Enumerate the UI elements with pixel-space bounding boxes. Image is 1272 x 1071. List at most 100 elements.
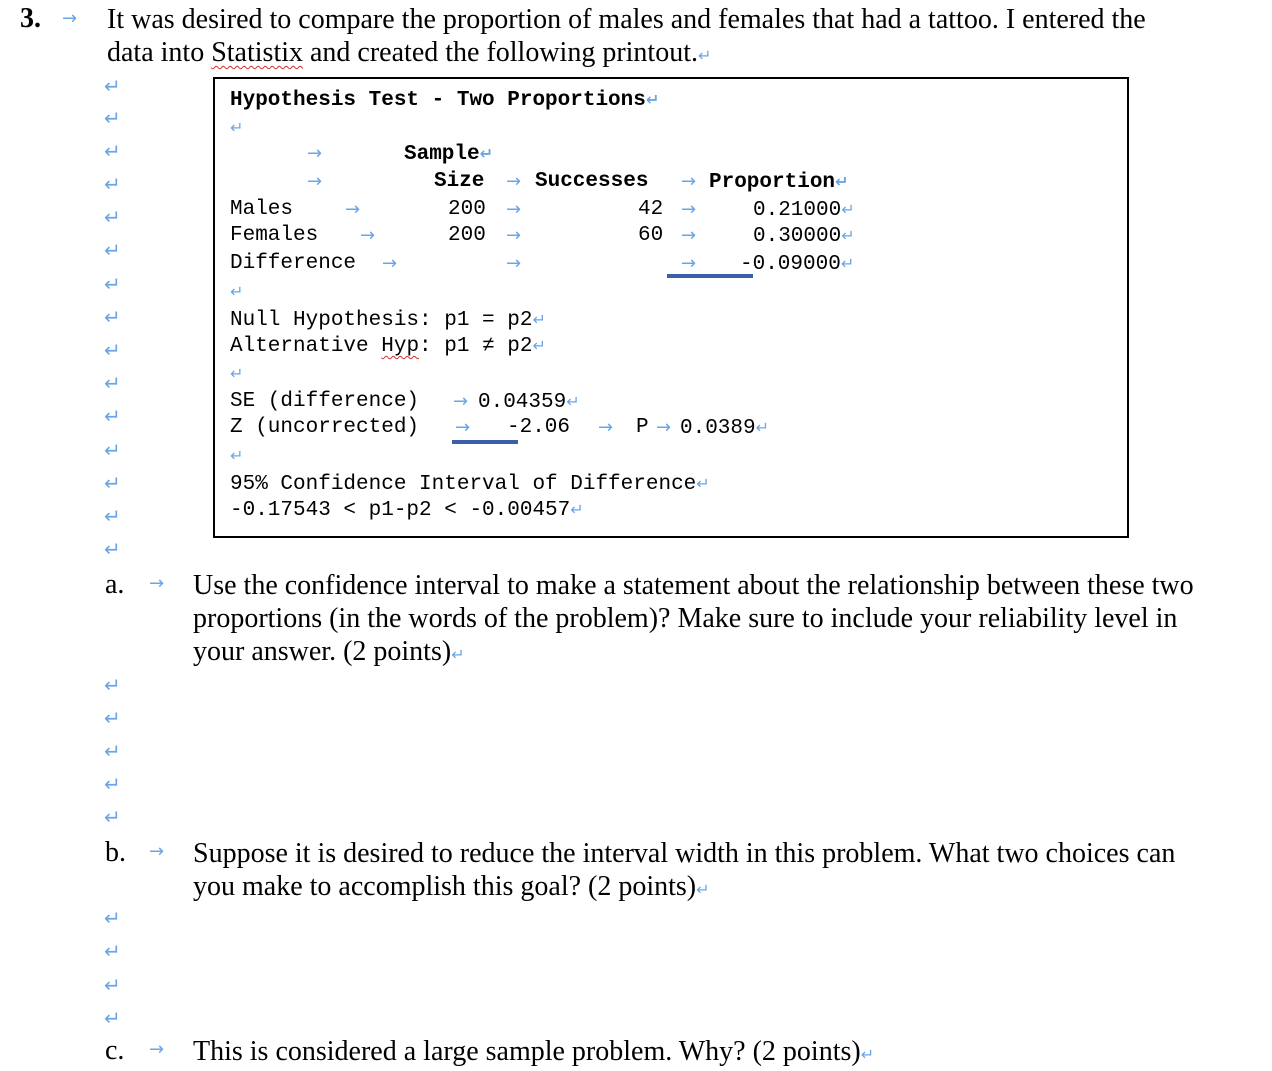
p-value: 0.0389↵ bbox=[680, 417, 770, 440]
paragraph-mark-icon: ↵ bbox=[104, 238, 121, 262]
tab-mark-icon: → bbox=[62, 8, 78, 29]
paragraph-mark-icon: ↵ bbox=[104, 772, 121, 796]
paragraph-mark-icon: ↵ bbox=[104, 106, 121, 130]
paragraph-mark-icon: ↵ bbox=[566, 392, 580, 411]
ci-value: -0.17543 < p1-p2 < -0.00457↵ bbox=[230, 499, 584, 522]
females-size: 200 bbox=[448, 224, 486, 247]
paragraph-mark-icon: ↵ bbox=[230, 118, 244, 137]
double-underline-mark bbox=[452, 440, 518, 444]
tab-mark-icon: → bbox=[345, 199, 361, 220]
males-proportion: 0.21000↵ bbox=[753, 199, 855, 222]
tab-mark-icon: → bbox=[681, 253, 697, 274]
question-line-1: It was desired to compare the proportion… bbox=[107, 4, 1146, 35]
part-c-text: This is considered a large sample proble… bbox=[193, 1036, 875, 1067]
header-size: Size bbox=[434, 170, 485, 193]
paragraph-mark-icon: ↵ bbox=[532, 336, 546, 355]
double-underline-mark bbox=[667, 274, 753, 278]
paragraph-mark-icon: ↵ bbox=[230, 364, 244, 383]
tab-mark-icon: → bbox=[149, 1039, 165, 1060]
paragraph-mark-icon: ↵ bbox=[841, 200, 855, 219]
alternative-hypothesis: Alternative Hyp: p1 ≠ p2↵ bbox=[230, 335, 546, 358]
females-successes: 60 bbox=[638, 224, 664, 247]
paragraph-mark-icon: ↵ bbox=[696, 880, 710, 899]
paragraph-mark-icon: ↵ bbox=[841, 226, 855, 245]
paragraph-mark-icon: ↵ bbox=[479, 144, 494, 163]
paragraph-mark-icon: ↵ bbox=[104, 805, 121, 829]
ci-title: 95% Confidence Interval of Difference↵ bbox=[230, 473, 710, 496]
paragraph-mark-icon: ↵ bbox=[104, 371, 121, 395]
paragraph-mark-icon: ↵ bbox=[696, 474, 710, 493]
paragraph-mark-icon: ↵ bbox=[104, 471, 121, 495]
part-a-text: Use the confidence interval to make a st… bbox=[193, 570, 1194, 667]
tab-mark-icon: → bbox=[455, 417, 471, 438]
paragraph-mark-icon: ↵ bbox=[104, 504, 121, 528]
row-label-females: Females bbox=[230, 224, 319, 247]
paragraph-mark-icon: ↵ bbox=[104, 305, 121, 329]
tab-mark-icon: → bbox=[681, 199, 697, 220]
tab-mark-icon: → bbox=[681, 171, 697, 192]
paragraph-mark-icon: ↵ bbox=[532, 310, 546, 329]
part-b-text: Suppose it is desired to reduce the inte… bbox=[193, 838, 1176, 902]
paragraph-mark-icon: ↵ bbox=[104, 537, 121, 561]
paragraph-mark-icon: ↵ bbox=[104, 706, 121, 730]
paragraph-mark-icon: ↵ bbox=[645, 90, 660, 109]
part-b-label: b. bbox=[105, 837, 126, 868]
tab-mark-icon: → bbox=[149, 573, 165, 594]
paragraph-mark-icon: ↵ bbox=[840, 254, 855, 273]
paragraph-mark-icon: ↵ bbox=[451, 645, 465, 664]
paragraph-mark-icon: ↵ bbox=[230, 446, 244, 465]
part-c-label: c. bbox=[105, 1035, 125, 1066]
question-number: 3. bbox=[20, 3, 41, 34]
paragraph-mark-icon: ↵ bbox=[230, 282, 244, 301]
paragraph-mark-icon: ↵ bbox=[104, 272, 121, 296]
paragraph-mark-icon: ↵ bbox=[570, 500, 584, 519]
paragraph-mark-icon: ↵ bbox=[104, 404, 121, 428]
paragraph-mark-icon: ↵ bbox=[698, 46, 712, 65]
paragraph-mark-icon: ↵ bbox=[755, 418, 770, 437]
spellcheck-word[interactable]: Statistix bbox=[211, 37, 303, 68]
tab-mark-icon: → bbox=[506, 253, 522, 274]
paragraph-mark-icon: ↵ bbox=[104, 973, 121, 997]
males-successes: 42 bbox=[638, 198, 664, 221]
tab-mark-icon: → bbox=[382, 253, 398, 274]
males-size: 200 bbox=[448, 198, 486, 221]
se-label: SE (difference) bbox=[230, 390, 420, 413]
part-a-label: a. bbox=[105, 569, 125, 600]
se-value: 0.04359↵ bbox=[478, 391, 580, 414]
tab-mark-icon: → bbox=[453, 391, 469, 412]
paragraph-mark-icon: ↵ bbox=[835, 172, 849, 191]
paragraph-mark-icon: ↵ bbox=[104, 74, 121, 98]
paragraph-mark-icon: ↵ bbox=[104, 172, 121, 196]
null-hypothesis: Null Hypothesis: p1 = p2↵ bbox=[230, 309, 546, 332]
tab-mark-icon: → bbox=[506, 171, 522, 192]
paragraph-mark-icon: ↵ bbox=[104, 906, 121, 930]
question-text: It was desired to compare the proportion… bbox=[107, 3, 1267, 72]
paragraph-mark-icon: ↵ bbox=[104, 338, 121, 362]
females-proportion: 0.30000↵ bbox=[753, 225, 855, 248]
tab-mark-icon: → bbox=[681, 225, 697, 246]
z-label: Z (uncorrected) bbox=[230, 416, 420, 439]
difference-proportion: -0.09000↵ bbox=[740, 253, 855, 276]
p-label: P bbox=[636, 416, 649, 439]
paragraph-mark-icon: ↵ bbox=[104, 939, 121, 963]
tab-mark-icon: → bbox=[656, 417, 672, 438]
tab-mark-icon: → bbox=[506, 225, 522, 246]
tab-mark-icon: → bbox=[598, 417, 614, 438]
tab-mark-icon: → bbox=[307, 143, 323, 164]
question-line-2: data into Statistix and created the foll… bbox=[107, 37, 712, 68]
tab-mark-icon: → bbox=[307, 171, 323, 192]
tab-mark-icon: → bbox=[149, 841, 165, 862]
paragraph-mark-icon: ↵ bbox=[104, 139, 121, 163]
paragraph-mark-icon: ↵ bbox=[860, 1045, 875, 1064]
z-value: -2.06 bbox=[507, 416, 571, 439]
paragraph-mark-icon: ↵ bbox=[104, 438, 121, 462]
row-label-males: Males bbox=[230, 198, 294, 221]
paragraph-mark-icon: ↵ bbox=[104, 673, 121, 697]
spellcheck-word[interactable]: Hyp bbox=[381, 335, 419, 358]
printout-title: Hypothesis Test - Two Proportions↵ bbox=[230, 89, 660, 112]
paragraph-mark-icon: ↵ bbox=[104, 739, 121, 763]
row-label-difference: Difference bbox=[230, 252, 357, 275]
paragraph-mark-icon: ↵ bbox=[104, 205, 121, 229]
tab-mark-icon: → bbox=[360, 225, 376, 246]
tab-mark-icon: → bbox=[506, 199, 522, 220]
